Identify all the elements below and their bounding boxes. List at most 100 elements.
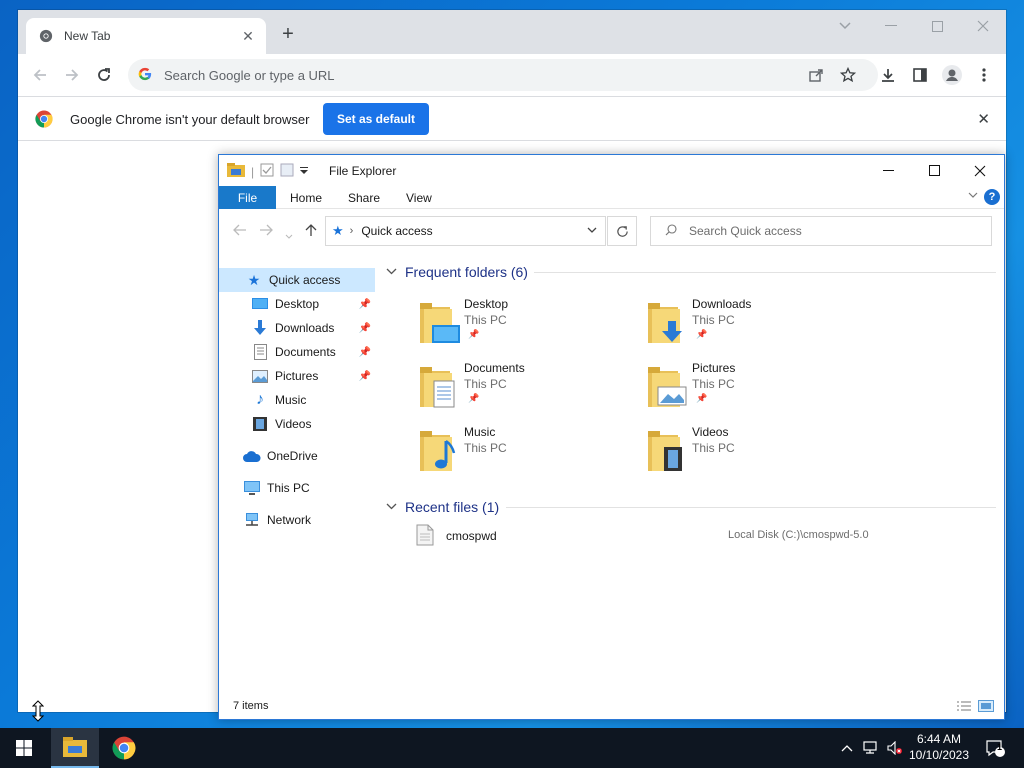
address-row: ★ › Quick access Search Quick access <box>219 209 1004 255</box>
explorer-close-button[interactable] <box>957 155 1003 186</box>
tab-title: New Tab <box>64 29 111 43</box>
folder-name: Desktop <box>464 297 509 311</box>
file-explorer-window: | File Explorer File Home Share View ? ★… <box>218 154 1005 720</box>
network-status-icon[interactable] <box>860 728 882 768</box>
folder-tile-downloads[interactable]: Downloads This PC 📌 <box>646 297 866 353</box>
reload-icon[interactable] <box>92 63 116 87</box>
show-hidden-icons-chevron-icon[interactable] <box>836 728 858 768</box>
collapse-chevron-icon[interactable] <box>386 266 397 278</box>
ribbon-tab-share[interactable]: Share <box>348 191 380 205</box>
folder-name: Pictures <box>692 361 736 375</box>
google-g-icon <box>138 67 154 84</box>
picture-icon <box>251 368 269 384</box>
explorer-ribbon: File Home Share View ? <box>219 186 1004 209</box>
side-panel-icon[interactable] <box>908 63 932 87</box>
chrome-tab-new-tab[interactable]: New Tab ✕ <box>26 18 266 54</box>
ribbon-tab-file[interactable]: File <box>219 186 276 209</box>
omnibox[interactable]: Search Google or type a URL <box>128 59 878 91</box>
back-arrow-icon[interactable] <box>28 63 52 87</box>
pin-icon: 📌 <box>696 393 708 403</box>
recent-files-header[interactable]: Recent files (1) <box>386 499 499 515</box>
folder-location: This PC <box>692 313 735 327</box>
breadcrumb-separator-icon[interactable]: › <box>350 225 354 237</box>
notification-center-icon[interactable]: 1 <box>980 728 1010 768</box>
folder-location: This PC <box>692 377 735 391</box>
details-view-icon[interactable] <box>956 700 972 715</box>
taskbar-chrome[interactable] <box>100 728 148 768</box>
status-bar: 7 items <box>219 695 1004 719</box>
nav-label: OneDrive <box>267 449 318 463</box>
ribbon-tab-view[interactable]: View <box>406 191 432 205</box>
section-title: Recent files (1) <box>405 499 500 515</box>
nav-item-onedrive[interactable]: OneDrive <box>219 444 375 468</box>
large-icons-view-icon[interactable] <box>978 700 994 715</box>
explorer-minimize-button[interactable] <box>865 155 911 186</box>
start-button[interactable] <box>0 728 48 768</box>
expand-ribbon-chevron-icon[interactable] <box>968 190 978 201</box>
infobar-close-icon[interactable]: ✕ <box>977 110 990 128</box>
nav-item-music[interactable]: ♪ Music <box>219 388 375 412</box>
tab-close-icon[interactable]: ✕ <box>240 28 256 45</box>
properties-icon[interactable] <box>260 163 274 180</box>
folder-tile-videos[interactable]: Videos This PC <box>646 425 866 481</box>
pin-icon: 📌 <box>468 393 480 403</box>
default-browser-infobar: Google Chrome isn't your default browser… <box>18 96 1006 141</box>
folder-name: Downloads <box>692 297 752 311</box>
share-icon[interactable] <box>806 65 826 85</box>
system-clock[interactable]: 6:44 AM 10/10/2023 <box>900 731 978 763</box>
bookmark-star-icon[interactable] <box>838 65 858 85</box>
nav-item-quick-access[interactable]: ★ Quick access <box>219 268 375 292</box>
download-icon[interactable] <box>876 63 900 87</box>
folder-name: Documents <box>464 361 525 375</box>
recent-file-row[interactable]: cmospwd Local Disk (C:)\cmospwd-5.0 <box>412 522 992 550</box>
search-box[interactable]: Search Quick access <box>650 216 992 246</box>
forward-arrow-icon[interactable] <box>259 223 273 239</box>
pin-icon: 📌 <box>358 322 371 334</box>
nav-item-videos[interactable]: Videos <box>219 412 375 436</box>
download-arrow-icon <box>251 320 269 336</box>
chrome-close-button[interactable] <box>960 10 1006 42</box>
nav-label: Quick access <box>269 273 341 287</box>
profile-avatar-icon[interactable] <box>940 63 964 87</box>
chrome-maximize-button[interactable] <box>914 10 960 42</box>
recent-locations-chevron-icon[interactable] <box>285 226 293 242</box>
new-folder-icon[interactable] <box>280 163 294 180</box>
frequent-folders-header[interactable]: Frequent folders (6) <box>386 264 528 280</box>
refresh-button[interactable] <box>607 216 637 246</box>
back-arrow-icon[interactable] <box>233 223 247 239</box>
section-divider <box>534 272 996 273</box>
folder-tile-documents[interactable]: Documents This PC 📌 <box>418 361 638 417</box>
folder-tile-music[interactable]: Music This PC <box>418 425 638 481</box>
chrome-minimize-button[interactable] <box>868 10 914 42</box>
nav-item-desktop[interactable]: Desktop 📌 <box>219 292 375 316</box>
customize-toolbar-icon[interactable] <box>300 165 309 179</box>
explorer-app-icon[interactable] <box>227 163 245 180</box>
collapse-chevron-icon[interactable] <box>386 501 397 513</box>
address-bar[interactable]: ★ › Quick access <box>325 216 606 246</box>
ribbon-tab-home[interactable]: Home <box>290 191 322 205</box>
explorer-maximize-button[interactable] <box>911 155 957 186</box>
help-icon[interactable]: ? <box>984 189 1000 205</box>
nav-item-network[interactable]: Network <box>219 508 375 532</box>
up-arrow-icon[interactable] <box>305 223 317 240</box>
folder-tile-pictures[interactable]: Pictures This PC 📌 <box>646 361 866 417</box>
quick-access-star-icon: ★ <box>332 223 344 238</box>
pin-icon: 📌 <box>358 346 371 358</box>
nav-item-downloads[interactable]: Downloads 📌 <box>219 316 375 340</box>
nav-item-documents[interactable]: Documents 📌 <box>219 340 375 364</box>
nav-item-pictures[interactable]: Pictures 📌 <box>219 364 375 388</box>
pin-icon: 📌 <box>358 298 371 310</box>
address-dropdown-icon[interactable] <box>587 225 597 236</box>
taskbar-file-explorer[interactable] <box>51 728 99 768</box>
forward-arrow-icon[interactable] <box>60 63 84 87</box>
star-icon: ★ <box>247 271 261 288</box>
chrome-favicon-icon <box>38 28 54 44</box>
nav-item-this-pc[interactable]: This PC <box>219 476 375 500</box>
computer-icon <box>243 480 261 496</box>
videos-folder-icon <box>646 427 690 473</box>
new-tab-button[interactable]: + <box>276 23 300 47</box>
tab-search-icon[interactable] <box>822 10 868 42</box>
set-as-default-button[interactable]: Set as default <box>323 103 429 135</box>
chrome-menu-icon[interactable] <box>972 63 996 87</box>
folder-tile-desktop[interactable]: Desktop This PC 📌 <box>418 297 638 353</box>
